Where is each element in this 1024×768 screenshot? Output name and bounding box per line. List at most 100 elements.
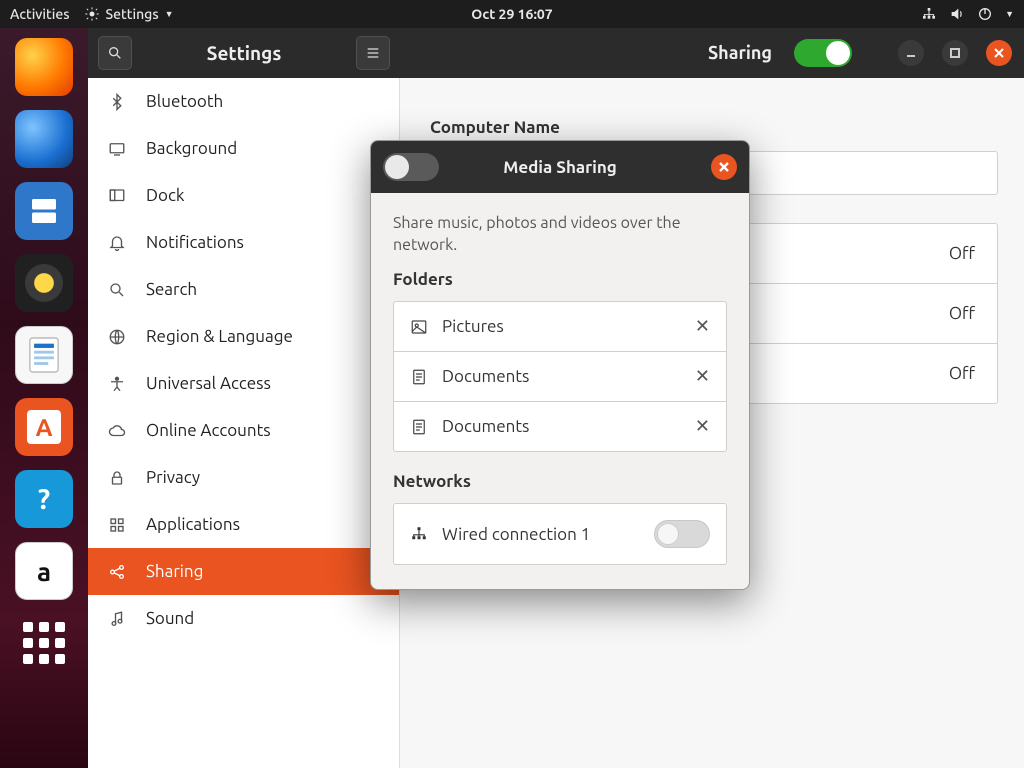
folder-row[interactable]: Documents ✕ bbox=[394, 402, 726, 451]
volume-icon[interactable] bbox=[949, 6, 965, 22]
sidebar-item-search[interactable]: Search bbox=[88, 266, 399, 313]
window-title: Settings bbox=[132, 42, 356, 64]
sidebar-item-label: Background bbox=[146, 139, 237, 158]
sidebar-item-label: Privacy bbox=[146, 468, 200, 487]
accessibility-icon bbox=[106, 375, 128, 393]
dock-app-rhythmbox[interactable] bbox=[15, 254, 73, 312]
sidebar-item-label: Online Accounts bbox=[146, 421, 271, 440]
dock-app-amazon[interactable]: a bbox=[15, 542, 73, 600]
gear-icon bbox=[84, 6, 100, 22]
dock-icon bbox=[106, 187, 128, 205]
dialog-close-button[interactable] bbox=[711, 154, 737, 180]
dialog-headerbar: Media Sharing bbox=[371, 141, 749, 193]
sidebar-item-dock[interactable]: Dock bbox=[88, 172, 399, 219]
power-icon[interactable] bbox=[977, 6, 993, 22]
folders-list: Pictures ✕ Documents ✕ Documents ✕ bbox=[393, 301, 727, 452]
sidebar-item-sound[interactable]: Sound bbox=[88, 595, 399, 642]
networks-heading: Networks bbox=[393, 472, 727, 491]
folder-row[interactable]: Documents ✕ bbox=[394, 352, 726, 402]
hamburger-menu-button[interactable] bbox=[356, 36, 390, 70]
panel-title: Sharing bbox=[708, 43, 772, 63]
close-icon bbox=[718, 161, 730, 173]
sidebar-item-region[interactable]: Region & Language bbox=[88, 313, 399, 360]
settings-sidebar: Bluetooth Background Dock Notifications … bbox=[88, 78, 400, 768]
lock-icon bbox=[106, 469, 128, 487]
media-sharing-dialog: Media Sharing Share music, photos and vi… bbox=[370, 140, 750, 590]
section-heading: Computer Name bbox=[430, 118, 994, 137]
sidebar-item-notifications[interactable]: Notifications bbox=[88, 219, 399, 266]
media-sharing-switch[interactable] bbox=[383, 153, 439, 181]
minimize-button[interactable] bbox=[898, 40, 924, 66]
launcher-dock: A ? a bbox=[0, 28, 88, 768]
network-toggle[interactable] bbox=[654, 520, 710, 548]
doc-icon bbox=[410, 418, 428, 436]
dock-app-thunderbird[interactable] bbox=[15, 110, 73, 168]
folder-name: Documents bbox=[442, 417, 529, 436]
sharing-master-switch[interactable] bbox=[794, 39, 852, 67]
apps-icon bbox=[106, 516, 128, 534]
sidebar-item-label: Region & Language bbox=[146, 327, 293, 346]
sidebar-item-label: Bluetooth bbox=[146, 92, 223, 111]
bluetooth-icon bbox=[106, 93, 128, 111]
window-headerbar: Settings Sharing bbox=[88, 28, 1024, 78]
state-label: Off bbox=[949, 364, 975, 383]
sidebar-item-background[interactable]: Background bbox=[88, 125, 399, 172]
remove-folder-button[interactable]: ✕ bbox=[695, 316, 710, 337]
sidebar-item-label: Search bbox=[146, 280, 197, 299]
network-row: Wired connection 1 bbox=[394, 504, 726, 564]
menu-icon bbox=[365, 45, 381, 61]
gnome-top-bar: Activities Settings ▼ Oct 29 16:07 ▼ bbox=[0, 0, 1024, 28]
dock-app-help[interactable]: ? bbox=[15, 470, 73, 528]
sidebar-item-bluetooth[interactable]: Bluetooth bbox=[88, 78, 399, 125]
network-icon[interactable] bbox=[921, 6, 937, 22]
state-label: Off bbox=[949, 304, 975, 323]
sidebar-item-label: Sharing bbox=[146, 562, 203, 581]
dock-show-apps[interactable] bbox=[15, 614, 73, 672]
topbar-app-menu[interactable]: Settings ▼ bbox=[84, 6, 174, 22]
close-button[interactable] bbox=[986, 40, 1012, 66]
note-icon bbox=[106, 610, 128, 628]
search-icon bbox=[107, 45, 123, 61]
search-icon bbox=[106, 281, 128, 299]
dock-app-software[interactable]: A bbox=[15, 398, 73, 456]
search-button[interactable] bbox=[98, 36, 132, 70]
folder-name: Pictures bbox=[442, 317, 504, 336]
cloud-icon bbox=[106, 422, 128, 440]
sidebar-item-applications[interactable]: Applications bbox=[88, 501, 399, 548]
doc-icon bbox=[410, 368, 428, 386]
activities-button[interactable]: Activities bbox=[10, 6, 70, 22]
dock-app-firefox[interactable] bbox=[15, 38, 73, 96]
sidebar-item-label: Dock bbox=[146, 186, 184, 205]
image-icon bbox=[410, 318, 428, 336]
sidebar-item-label: Universal Access bbox=[146, 374, 271, 393]
chevron-down-icon[interactable]: ▼ bbox=[1005, 9, 1014, 19]
folder-row[interactable]: Pictures ✕ bbox=[394, 302, 726, 352]
globe-icon bbox=[106, 328, 128, 346]
dock-app-writer[interactable] bbox=[15, 326, 73, 384]
dock-app-files[interactable] bbox=[15, 182, 73, 240]
wired-icon bbox=[410, 525, 428, 543]
remove-folder-button[interactable]: ✕ bbox=[695, 366, 710, 387]
networks-list: Wired connection 1 bbox=[393, 503, 727, 565]
folder-name: Documents bbox=[442, 367, 529, 386]
network-name: Wired connection 1 bbox=[442, 525, 590, 544]
share-icon bbox=[106, 563, 128, 581]
topbar-clock[interactable]: Oct 29 16:07 bbox=[471, 6, 552, 22]
remove-folder-button[interactable]: ✕ bbox=[695, 416, 710, 437]
folders-heading: Folders bbox=[393, 270, 727, 289]
dialog-title: Media Sharing bbox=[503, 158, 617, 177]
background-icon bbox=[106, 140, 128, 158]
sidebar-item-label: Applications bbox=[146, 515, 240, 534]
topbar-app-menu-label: Settings bbox=[106, 6, 159, 22]
sidebar-item-label: Notifications bbox=[146, 233, 244, 252]
sidebar-item-online-accounts[interactable]: Online Accounts bbox=[88, 407, 399, 454]
sidebar-item-privacy[interactable]: Privacy bbox=[88, 454, 399, 501]
maximize-button[interactable] bbox=[942, 40, 968, 66]
state-label: Off bbox=[949, 244, 975, 263]
sidebar-item-sharing[interactable]: Sharing bbox=[88, 548, 399, 595]
sidebar-item-label: Sound bbox=[146, 609, 194, 628]
sidebar-item-universal[interactable]: Universal Access bbox=[88, 360, 399, 407]
bell-icon bbox=[106, 234, 128, 252]
chevron-down-icon: ▼ bbox=[165, 9, 174, 19]
dialog-description: Share music, photos and videos over the … bbox=[393, 213, 727, 256]
